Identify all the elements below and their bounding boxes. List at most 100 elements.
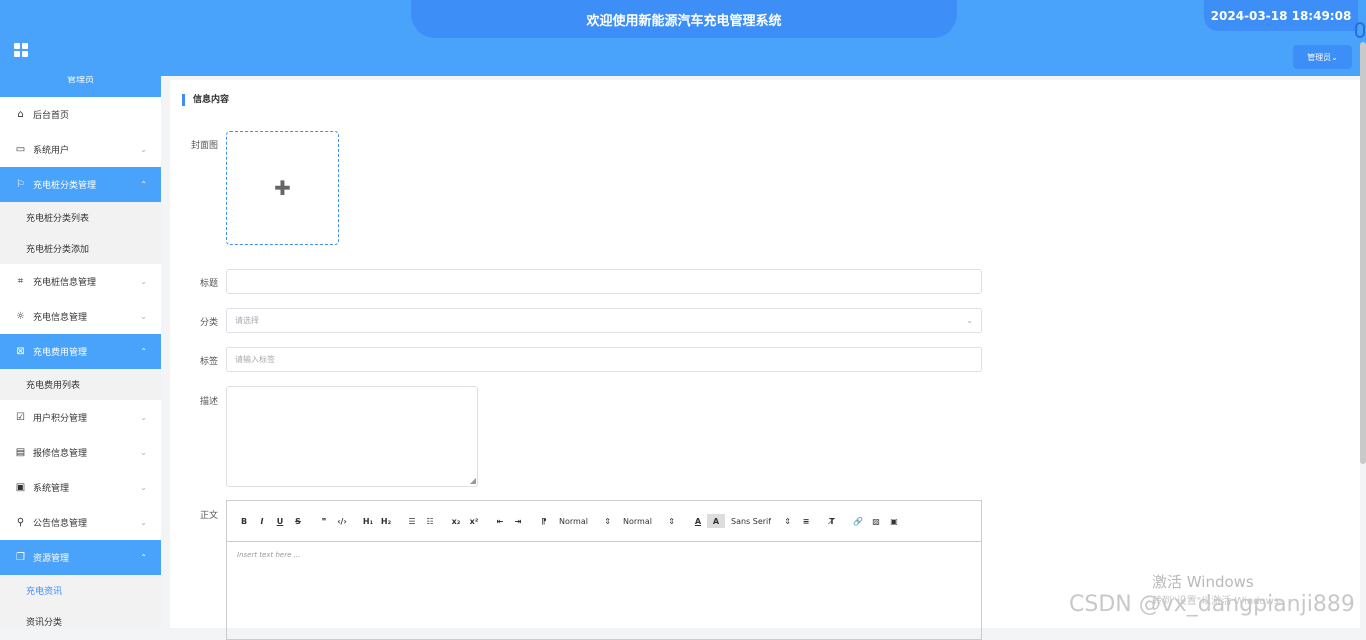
font-picker-label: Sans Serif	[731, 516, 772, 526]
tags-input[interactable]: 请输入标签	[226, 347, 982, 372]
datetime-display: 2024-03-18 18:49:08	[1204, 0, 1358, 31]
sidebar-item-label: 充电信息管理	[33, 313, 88, 323]
body-label: 正文	[199, 511, 218, 521]
message-icon: ▤	[15, 447, 26, 458]
tags-placeholder: 请输入标签	[235, 355, 275, 364]
superscript-button[interactable]: x²	[465, 514, 483, 528]
sidebar-item-home[interactable]: ⌂ 后台首页	[0, 97, 161, 132]
sidebar-item-system-manage[interactable]: ▣ 系统管理 ⌄	[0, 470, 161, 505]
description-textarea[interactable]: ◢	[226, 386, 478, 487]
upload-plus-icon: ✚	[274, 176, 291, 200]
text-direction-button[interactable]: ⁋	[535, 514, 553, 528]
editor-toolbar: B I U S ❞ ‹/› H₁ H₂ ☰ ☷ x₂ x² ⇤ ⇥ ⁋ Norm…	[227, 501, 981, 542]
clear-format-button[interactable]: T̸	[823, 514, 841, 528]
chevron-down-icon: ⌄	[1331, 52, 1338, 62]
blockquote-button[interactable]: ❞	[315, 514, 333, 528]
chevron-down-icon: ⌄	[966, 316, 973, 325]
copy-icon: ❐	[16, 552, 25, 563]
size-picker-label: Normal	[559, 516, 588, 526]
font-color-button[interactable]: A	[689, 514, 707, 528]
system-title: 欢迎使用新能源汽车充电管理系统	[411, 0, 957, 38]
h1-button[interactable]: H₁	[359, 514, 377, 528]
italic-button[interactable]: I	[253, 514, 271, 528]
updown-icon: ⇕	[784, 516, 791, 526]
csdn-watermark: CSDN @vx_dangpianji889	[1069, 592, 1355, 617]
tags-label: 标签	[199, 357, 218, 367]
sidebar-subitem-pile-category-add[interactable]: 充电桩分类添加	[0, 233, 161, 264]
video-button[interactable]: ▣	[885, 514, 903, 528]
admin-dropdown-button[interactable]: 管理员 ⌄	[1293, 45, 1352, 69]
header-picker-label: Normal	[623, 516, 652, 526]
menu-grid-icon[interactable]	[14, 43, 28, 57]
sidebar-item-label: 充电桩信息管理	[33, 278, 97, 288]
ordered-list-button[interactable]: ☰	[403, 514, 421, 528]
description-label: 描述	[199, 397, 218, 407]
chevron-up-icon: ⌃	[140, 553, 147, 562]
sidebar-item-charge-fee[interactable]: ⊠ 充电费用管理 ⌃	[0, 334, 161, 369]
chevron-up-icon: ⌃	[140, 347, 147, 356]
cover-label: 封面图	[190, 141, 218, 151]
subscript-button[interactable]: x₂	[447, 514, 465, 528]
updown-icon: ⇕	[604, 516, 611, 526]
vertical-scrollbar[interactable]	[1360, 42, 1366, 464]
image-button[interactable]: ▨	[867, 514, 885, 528]
sidebar-item-charge-info[interactable]: ☼ 充电信息管理 ⌄	[0, 299, 161, 334]
bold-button[interactable]: B	[235, 514, 253, 528]
size-picker[interactable]: Normal ⇕	[553, 514, 617, 528]
sidebar-item-pile-info[interactable]: ⌗ 充电桩信息管理 ⌄	[0, 264, 161, 299]
category-select[interactable]: 请选择 ⌄	[226, 308, 982, 333]
outdent-button[interactable]: ⇤	[491, 514, 509, 528]
sidebar-subitem-charge-news[interactable]: 充电资讯	[0, 575, 161, 606]
clipboard-icon: ☑	[16, 412, 25, 423]
windows-activation-watermark: 激活 Windows	[1152, 573, 1254, 591]
sidebar-item-user-points[interactable]: ☑ 用户积分管理 ⌄	[0, 400, 161, 435]
sidebar: 管理员 ⌂ 后台首页 ▭ 系统用户 ⌄ ⚐ 充电桩分类管理 ⌃ 充电桩分类列表 …	[0, 76, 161, 628]
sidebar-item-label: 系统管理	[33, 484, 70, 494]
underline-button[interactable]: U	[271, 514, 289, 528]
sidebar-item-resources[interactable]: ❐ 资源管理 ⌃	[0, 540, 161, 575]
cover-image-uploader[interactable]: ✚	[226, 131, 339, 245]
sidebar-item-label: 资源管理	[33, 554, 70, 564]
font-picker[interactable]: Sans Serif ⇕	[725, 514, 797, 528]
align-button[interactable]: ≡	[797, 514, 815, 528]
header-picker[interactable]: Normal ⇕	[617, 514, 681, 528]
admin-label: 管理员	[1307, 52, 1332, 62]
tag-icon: ⌗	[17, 276, 24, 287]
sidebar-item-repair-info[interactable]: ▤ 报修信息管理 ⌄	[0, 435, 161, 470]
paperclip-icon: ⚲	[16, 517, 25, 528]
resize-handle-icon[interactable]: ◢	[470, 476, 476, 485]
top-header: 欢迎使用新能源汽车充电管理系统 2024-03-18 18:49:08 管理员 …	[0, 0, 1366, 76]
archive-icon: ▣	[15, 482, 26, 493]
chevron-down-icon: ⌄	[140, 483, 147, 492]
chevron-up-icon: ⌃	[140, 180, 147, 189]
scroll-knob-icon	[1355, 22, 1365, 38]
chevron-down-icon: ⌄	[140, 312, 147, 321]
sidebar-item-pile-category[interactable]: ⚐ 充电桩分类管理 ⌃	[0, 167, 161, 202]
sidebar-subitem-charge-fee-list[interactable]: 充电费用列表	[0, 369, 161, 400]
sidebar-item-system-users[interactable]: ▭ 系统用户 ⌄	[0, 132, 161, 167]
link-button[interactable]: 🔗	[849, 514, 867, 528]
sidebar-item-label: 充电费用管理	[33, 348, 88, 358]
title-label: 标题	[199, 279, 218, 289]
background-color-button[interactable]: A	[707, 514, 725, 528]
updown-icon: ⇕	[668, 516, 675, 526]
editor-body[interactable]: Insert text here ...	[227, 542, 981, 568]
category-placeholder: 请选择	[235, 316, 259, 325]
h2-button[interactable]: H₂	[377, 514, 395, 528]
chevron-down-icon: ⌄	[140, 448, 147, 457]
rich-text-editor: B I U S ❞ ‹/› H₁ H₂ ☰ ☷ x₂ x² ⇤ ⇥ ⁋ Norm…	[226, 500, 982, 640]
home-icon: ⌂	[17, 109, 24, 120]
sidebar-subitem-pile-category-list[interactable]: 充电桩分类列表	[0, 202, 161, 233]
sidebar-subitem-news-category[interactable]: 资讯分类	[0, 606, 161, 628]
sidebar-item-label: 充电桩分类管理	[33, 181, 97, 191]
strike-button[interactable]: S	[289, 514, 307, 528]
title-input[interactable]	[226, 269, 982, 294]
sidebar-item-notice[interactable]: ⚲ 公告信息管理 ⌄	[0, 505, 161, 540]
inbox-icon: ⊠	[16, 346, 25, 357]
monitor-icon: ▭	[15, 144, 26, 155]
code-block-button[interactable]: ‹/›	[333, 514, 351, 528]
bullet-list-button[interactable]: ☷	[421, 514, 439, 528]
chevron-down-icon: ⌄	[140, 277, 147, 286]
indent-button[interactable]: ⇥	[509, 514, 527, 528]
sun-icon: ☼	[16, 311, 25, 322]
